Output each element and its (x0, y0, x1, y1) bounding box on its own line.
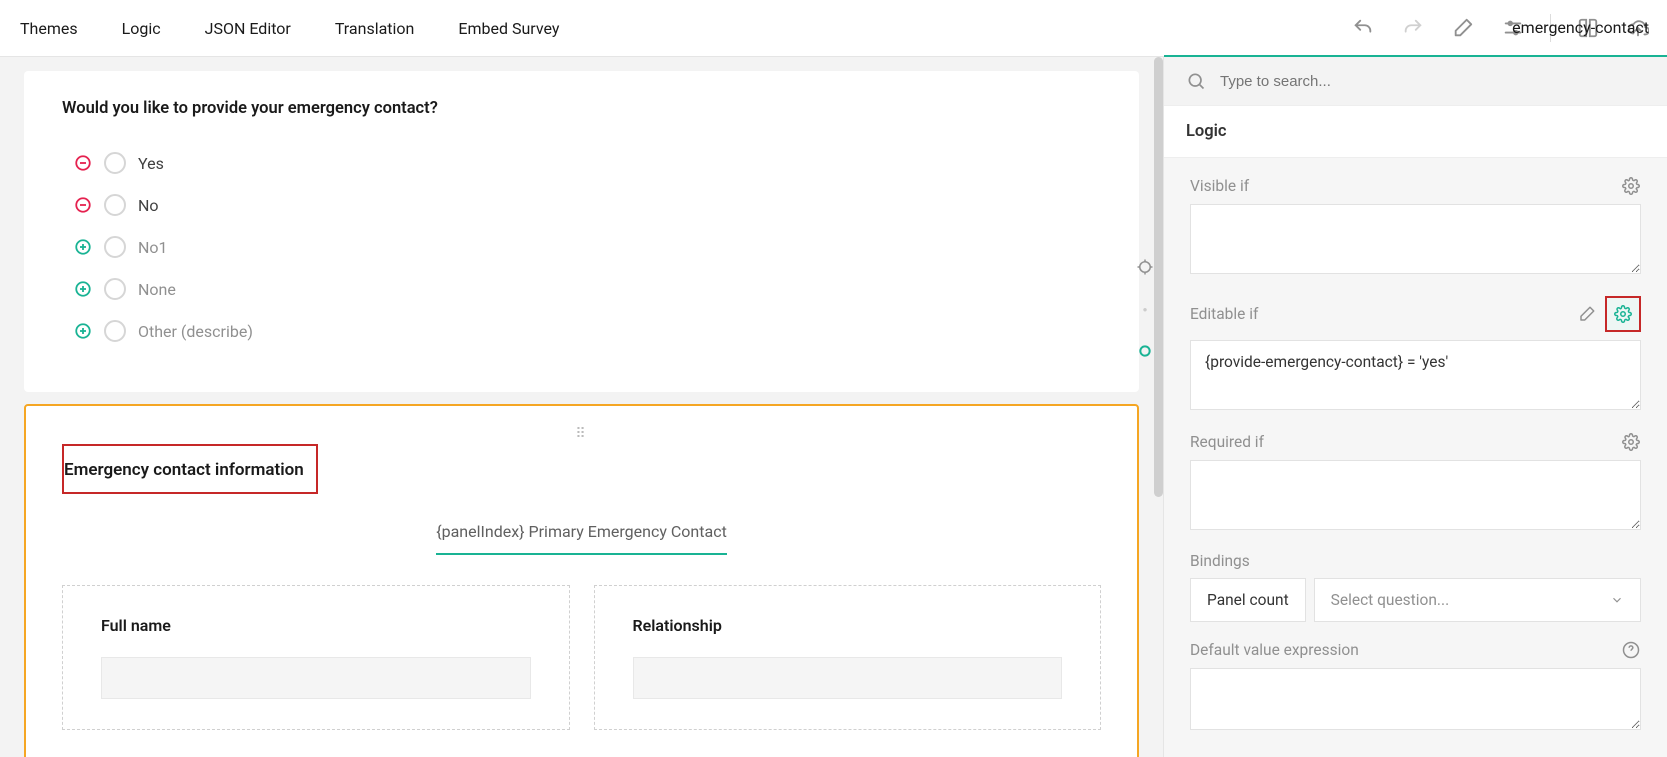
choice-label[interactable]: Yes (138, 154, 164, 173)
tab-json-editor[interactable]: JSON Editor (205, 19, 291, 38)
panel-tab[interactable]: {panelIndex} Primary Emergency Contact (436, 512, 727, 555)
choice-row[interactable]: No (62, 184, 1101, 226)
field-label[interactable]: Relationship (633, 616, 1063, 635)
choice-row[interactable]: None (62, 268, 1101, 310)
field-card[interactable]: Relationship (594, 585, 1102, 730)
panel-title[interactable]: Emergency contact information (64, 460, 304, 480)
choice-label[interactable]: No (138, 196, 159, 215)
drag-handle-icon[interactable]: ⠿ (62, 420, 1101, 444)
question-card[interactable]: Would you like to provide your emergency… (24, 71, 1139, 392)
radio-icon[interactable] (104, 194, 126, 216)
locate-icon[interactable] (1135, 257, 1155, 277)
radio-icon[interactable] (104, 320, 126, 342)
gear-icon[interactable] (1621, 432, 1641, 452)
design-canvas: Would you like to provide your emergency… (0, 57, 1163, 757)
question-title[interactable]: Would you like to provide your emergency… (62, 99, 1101, 118)
canvas-side-handles: ● (1135, 257, 1155, 361)
add-choice-icon[interactable] (74, 322, 92, 340)
prop-label: Visible if (1190, 177, 1249, 195)
prop-label: Default value expression (1190, 641, 1359, 659)
search-input[interactable] (1220, 73, 1645, 90)
field-card[interactable]: Full name (62, 585, 570, 730)
bindings-select-placeholder: Select question... (1331, 591, 1450, 609)
dot-icon[interactable]: ● (1135, 299, 1155, 319)
help-icon[interactable] (1621, 640, 1641, 660)
prop-label: Editable if (1190, 305, 1258, 323)
choice-label[interactable]: None (138, 280, 176, 299)
chevron-down-icon (1610, 593, 1624, 607)
scrollbar-thumb[interactable] (1154, 57, 1163, 497)
ring-active-icon[interactable] (1135, 341, 1155, 361)
radio-icon[interactable] (104, 236, 126, 258)
radio-icon[interactable] (104, 152, 126, 174)
panel-title-highlight: Emergency contact information (62, 444, 318, 494)
bindings-question-select[interactable]: Select question... (1314, 578, 1641, 622)
field-label[interactable]: Full name (101, 616, 531, 635)
properties-panel-title[interactable]: emergency-contact (1164, 0, 1667, 57)
tab-logic[interactable]: Logic (122, 19, 161, 38)
bindings-key[interactable]: Panel count (1190, 578, 1306, 622)
choice-label[interactable]: No1 (138, 238, 168, 257)
gear-icon[interactable] (1621, 176, 1641, 196)
tab-themes[interactable]: Themes (20, 19, 78, 38)
prop-label: Required if (1190, 433, 1264, 451)
properties-panel: emergency-contact Logic Visible if (1163, 57, 1667, 757)
panel-tab-bar: {panelIndex} Primary Emergency Contact (62, 512, 1101, 555)
properties-search[interactable] (1164, 57, 1667, 105)
choice-row[interactable]: Other (describe) (62, 310, 1101, 352)
prop-bindings: Bindings Panel count Select question... (1190, 552, 1641, 622)
choice-label[interactable]: Other (describe) (138, 322, 253, 341)
remove-choice-icon[interactable] (74, 154, 92, 172)
required-if-input[interactable] (1190, 460, 1641, 530)
radio-icon[interactable] (104, 278, 126, 300)
default-value-expression-input[interactable] (1190, 668, 1641, 730)
choice-row[interactable]: No1 (62, 226, 1101, 268)
prop-default-value-expression: Default value expression (1190, 640, 1641, 734)
choice-row[interactable]: Yes (62, 142, 1101, 184)
tab-embed-survey[interactable]: Embed Survey (458, 19, 559, 38)
eraser-icon[interactable] (1577, 304, 1597, 324)
visible-if-input[interactable] (1190, 204, 1641, 274)
top-tabs: Themes Logic JSON Editor Translation Emb… (0, 19, 559, 38)
section-heading-logic[interactable]: Logic (1164, 105, 1667, 158)
scrollbar[interactable] (1154, 57, 1163, 757)
field-input[interactable] (101, 657, 531, 699)
panel-card-selected[interactable]: ⠿ Emergency contact information {panelIn… (24, 404, 1139, 757)
prop-editable-if: Editable if (1190, 296, 1641, 414)
prop-visible-if: Visible if (1190, 176, 1641, 278)
prop-required-if: Required if (1190, 432, 1641, 534)
remove-choice-icon[interactable] (74, 196, 92, 214)
prop-label: Bindings (1190, 552, 1250, 570)
editable-if-input[interactable] (1190, 340, 1641, 410)
search-icon (1186, 71, 1206, 91)
add-choice-icon[interactable] (74, 280, 92, 298)
tab-translation[interactable]: Translation (335, 19, 415, 38)
gear-icon[interactable] (1605, 296, 1641, 332)
add-choice-icon[interactable] (74, 238, 92, 256)
field-input[interactable] (633, 657, 1063, 699)
